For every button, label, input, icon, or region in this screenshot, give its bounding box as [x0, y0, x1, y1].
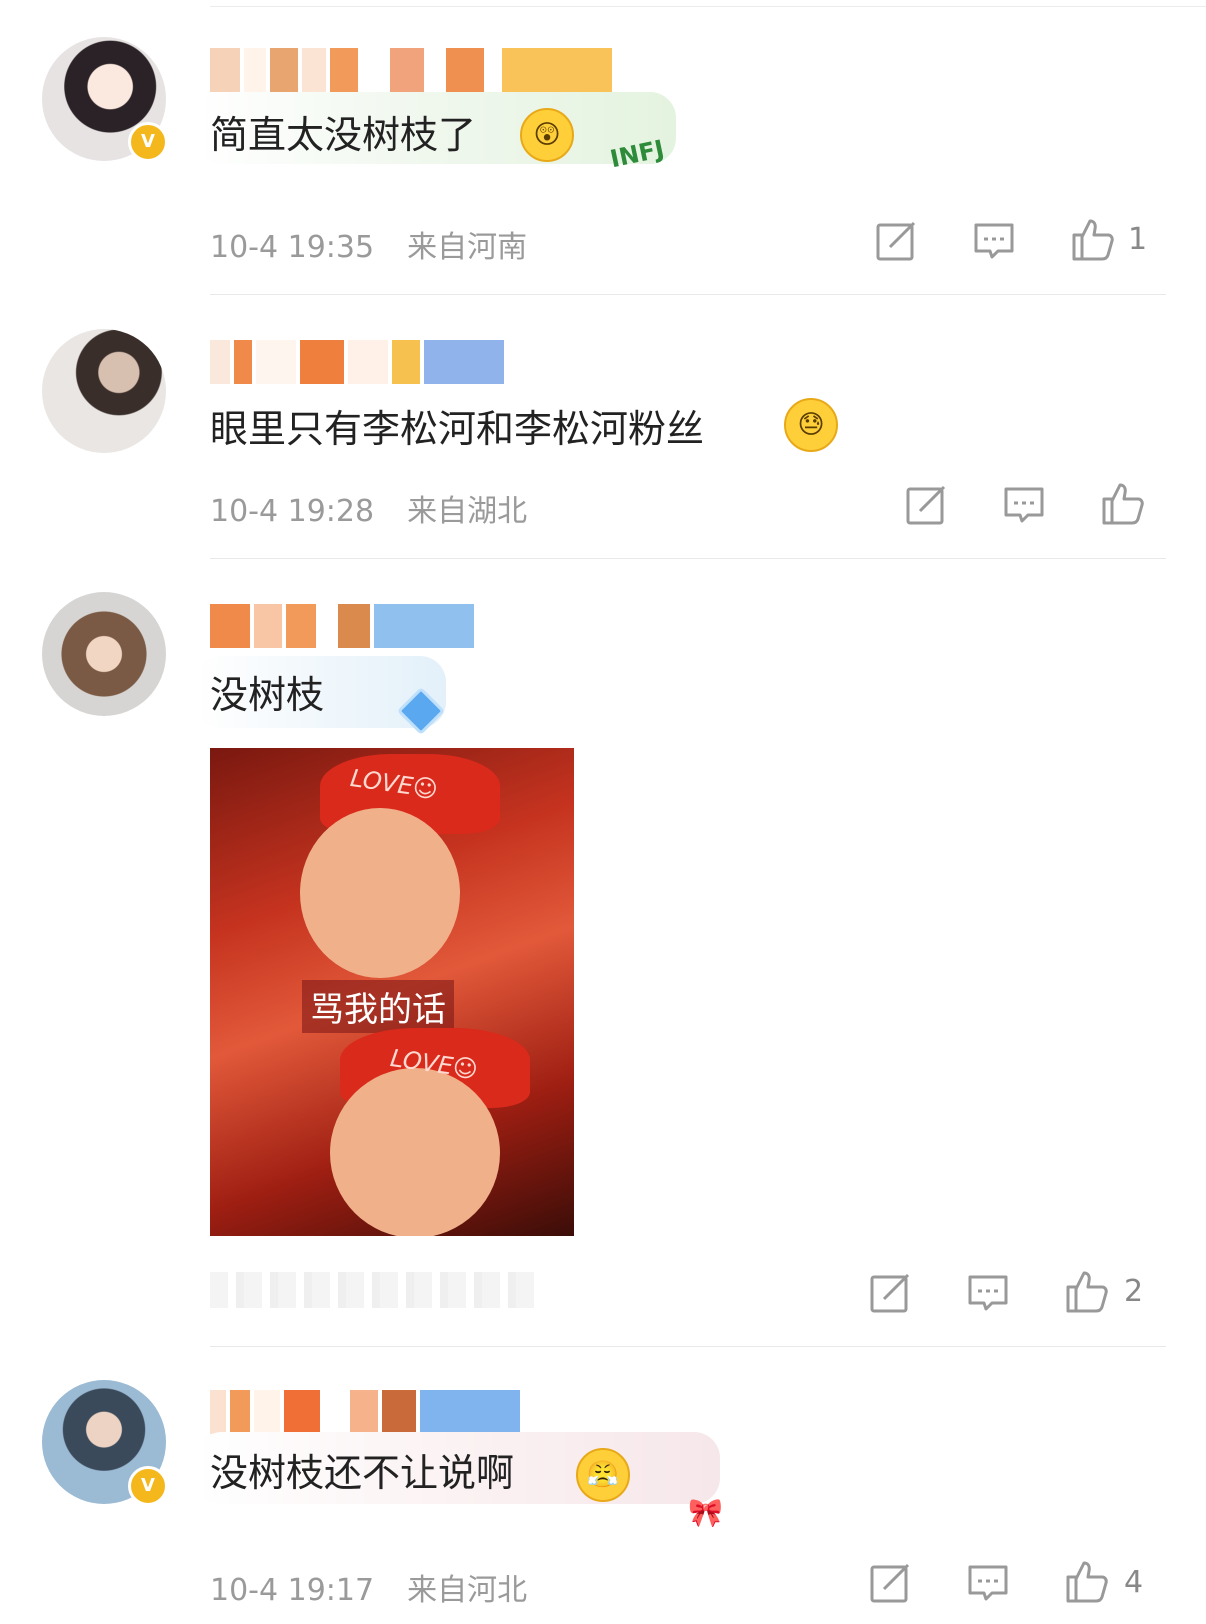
comment-icon[interactable]: [1000, 481, 1048, 529]
comment-icon[interactable]: [964, 1269, 1012, 1317]
location: 来自河南: [407, 230, 528, 265]
like-count: 4: [1124, 1565, 1144, 1600]
divider: [210, 1346, 1166, 1347]
location: 来自湖北: [407, 494, 528, 529]
comment-text: 简直太没树枝了: [210, 113, 477, 157]
comment-text: 眼里只有李松河和李松河粉丝: [210, 407, 705, 451]
comment-feed: V 简直太没树枝了 😲 INFJ 10-4 19:35 来自河南 1 眼里只有李…: [0, 0, 1206, 1624]
like-count: 2: [1124, 1274, 1144, 1309]
like-icon[interactable]: [1062, 1557, 1110, 1605]
timestamp: 10-4 19:17: [210, 1573, 375, 1608]
like-icon[interactable]: [1068, 215, 1116, 263]
username-pixelated[interactable]: [210, 1390, 520, 1434]
comment-text: 没树枝: [210, 673, 325, 717]
repost-icon[interactable]: [902, 481, 950, 529]
username-pixelated[interactable]: [210, 340, 504, 384]
bow-sticker-icon: 🎀: [688, 1496, 723, 1529]
image-caption: 骂我的话: [302, 980, 454, 1033]
verified-badge-icon: V: [128, 1466, 168, 1506]
avatar[interactable]: [42, 329, 166, 453]
location: 来自河北: [407, 1573, 528, 1608]
avatar[interactable]: [42, 592, 166, 716]
comment-time: 10-4 19:35 来自河南: [210, 222, 527, 266]
repost-icon[interactable]: [866, 1269, 914, 1317]
attached-image[interactable]: LOVE☺ 骂我的话 LOVE☺: [210, 748, 574, 1236]
comment-icon[interactable]: [970, 217, 1018, 265]
username-pixelated[interactable]: [210, 48, 612, 92]
repost-icon[interactable]: [866, 1559, 914, 1607]
comment-text: 没树枝还不让说啊: [210, 1451, 515, 1495]
blurred-timestamp: [210, 1272, 540, 1308]
divider: [210, 6, 1206, 7]
repost-icon[interactable]: [872, 217, 920, 265]
divider: [210, 294, 1166, 295]
timestamp: 10-4 19:35: [210, 230, 375, 265]
divider: [210, 558, 1166, 559]
like-icon[interactable]: [1062, 1267, 1110, 1315]
comment-icon[interactable]: [964, 1559, 1012, 1607]
comment-time: 10-4 19:28 来自湖北: [210, 486, 527, 530]
verified-badge-icon: V: [128, 122, 168, 162]
like-icon[interactable]: [1098, 479, 1146, 527]
timestamp: 10-4 19:28: [210, 494, 375, 529]
username-pixelated[interactable]: [210, 604, 474, 648]
like-count: 1: [1128, 222, 1148, 257]
annoyed-face-icon: 😤: [576, 1448, 630, 1502]
shocked-face-icon: 😲: [520, 108, 574, 162]
comment-time: 10-4 19:17 来自河北: [210, 1565, 527, 1609]
sweat-face-icon: 😓: [784, 398, 838, 452]
